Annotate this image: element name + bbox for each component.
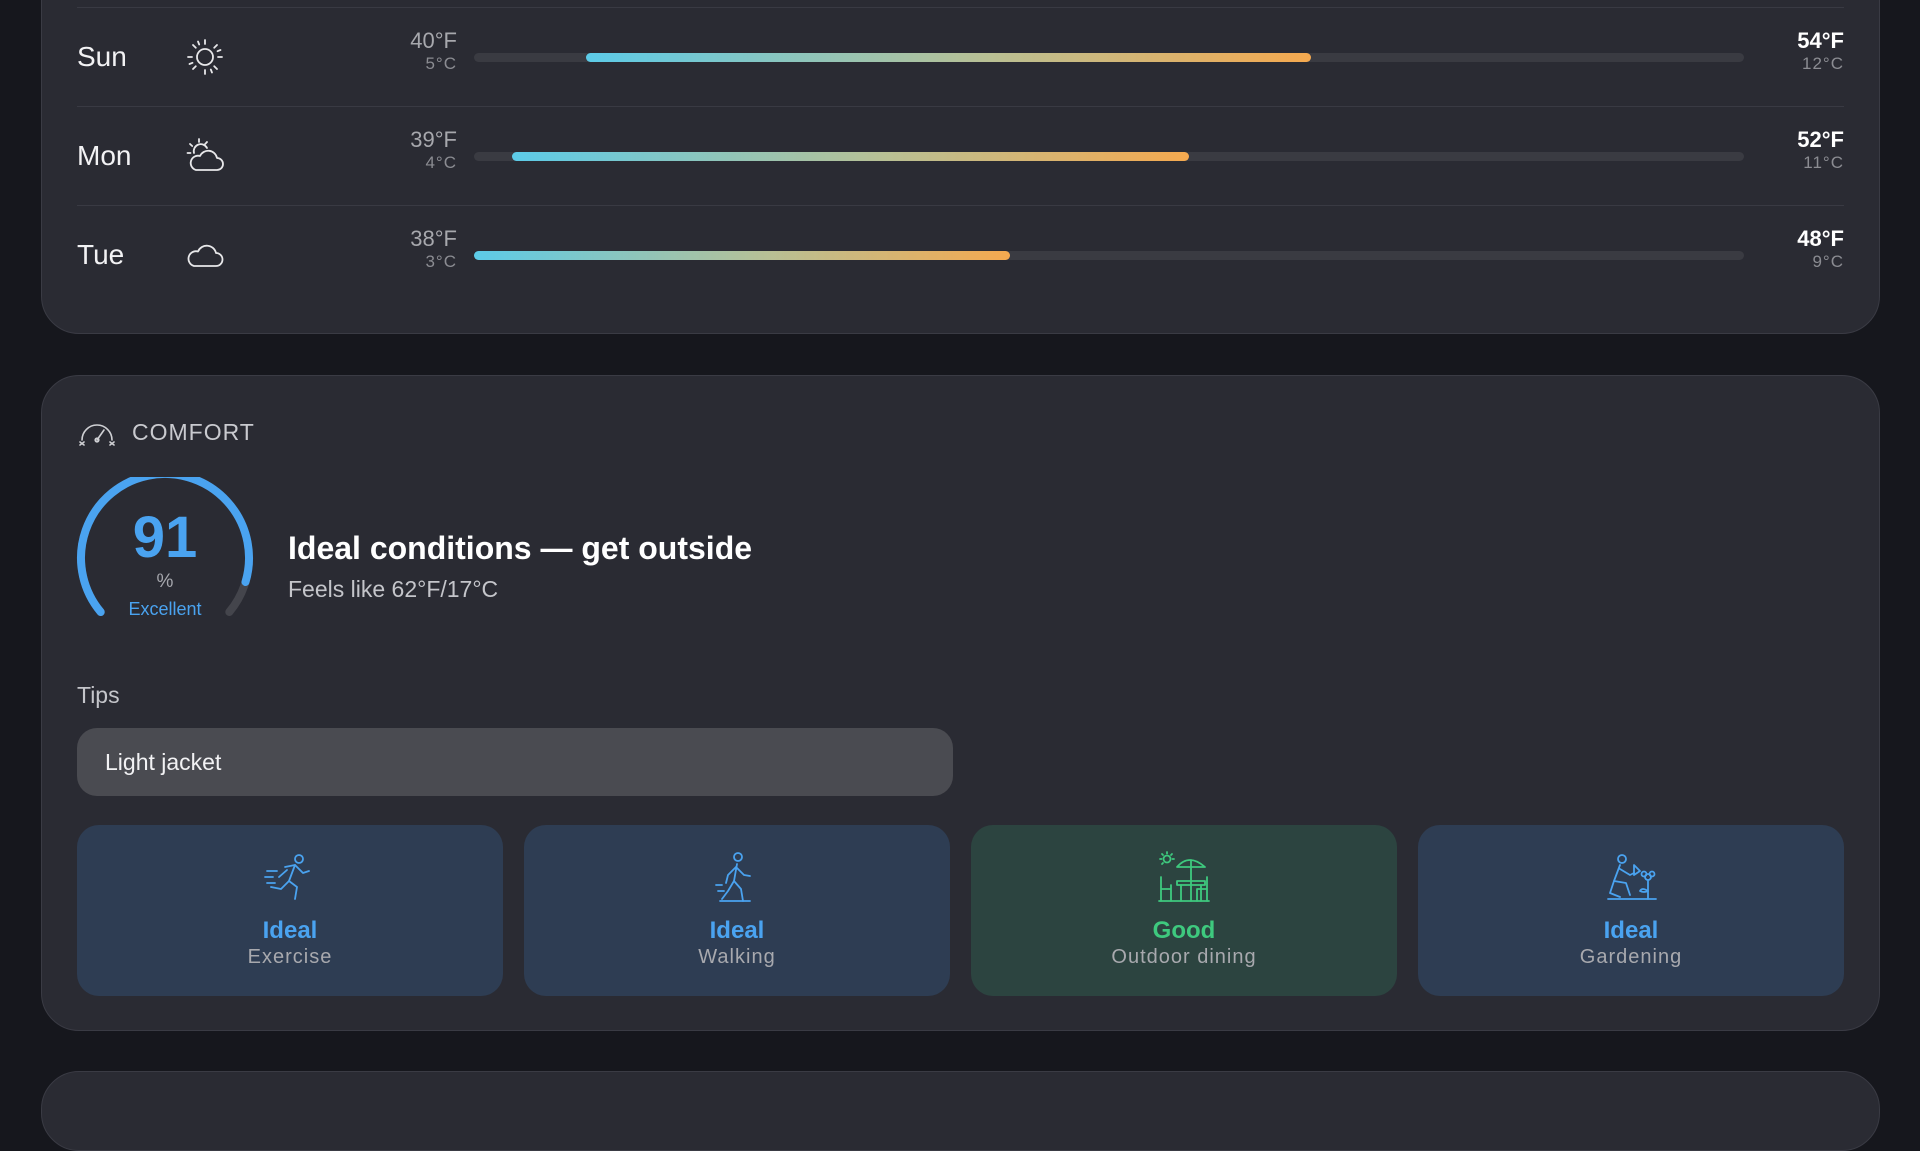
comfort-headline: Ideal conditions — get outside	[288, 530, 753, 566]
high-temp-c: 9°C	[1812, 252, 1844, 271]
activity-walking[interactable]: Ideal Walking	[524, 825, 950, 996]
walking-icon	[710, 851, 764, 905]
daily-forecast-card: Sun 40°F 5°C 54°F 12°C Mon 39°F 4°C 52°F…	[41, 0, 1880, 334]
activity-name: Outdoor dining	[1111, 946, 1257, 968]
high-temp: 52°F 11°C	[1724, 127, 1844, 173]
partly-cloudy-icon	[185, 136, 225, 176]
comfort-score: 91	[132, 505, 198, 570]
sun-icon	[185, 37, 225, 77]
low-temp: 38°F 3°C	[359, 226, 457, 272]
activity-gardening[interactable]: Ideal Gardening	[1418, 825, 1844, 996]
low-temp: 40°F 5°C	[359, 28, 457, 74]
running-icon	[263, 851, 317, 905]
next-card	[41, 1071, 1880, 1151]
activity-rating: Good	[1152, 917, 1216, 944]
cloud-icon	[185, 235, 225, 275]
temperature-range-fill	[474, 251, 1010, 260]
high-temp: 54°F 12°C	[1724, 28, 1844, 74]
forecast-row-mon[interactable]: Mon 39°F 4°C 52°F 11°C	[77, 106, 1844, 204]
forecast-day: Sun	[77, 41, 127, 72]
low-temp-c: 5°C	[425, 54, 457, 73]
high-temp-f: 54°F	[1797, 28, 1844, 53]
activity-rating: Ideal	[1603, 917, 1659, 944]
outdoor-dining-icon	[1157, 851, 1211, 905]
comfort-gauge-icon	[77, 414, 117, 451]
temperature-range-track	[474, 152, 1744, 161]
activity-rating: Ideal	[709, 917, 765, 944]
forecast-day: Mon	[77, 140, 132, 171]
temperature-range-track	[474, 251, 1744, 260]
low-temp-f: 39°F	[410, 127, 457, 152]
high-temp-c: 12°C	[1802, 54, 1844, 73]
comfort-card: COMFORT 91 % Excellent Ideal conditions …	[41, 375, 1880, 1031]
low-temp-f: 40°F	[410, 28, 457, 53]
forecast-row-tue[interactable]: Tue 38°F 3°C 48°F 9°C	[77, 205, 1844, 303]
activity-outdoor-dining[interactable]: Good Outdoor dining	[971, 825, 1397, 996]
forecast-day: Tue	[77, 239, 125, 270]
temperature-range-track	[474, 53, 1744, 62]
high-temp-f: 52°F	[1797, 127, 1844, 152]
high-temp-f: 48°F	[1797, 226, 1844, 251]
low-temp: 39°F 4°C	[359, 127, 457, 173]
comfort-title: COMFORT	[132, 418, 255, 445]
activity-exercise[interactable]: Ideal Exercise	[77, 825, 503, 996]
activity-rating: Ideal	[262, 917, 318, 944]
temperature-range-fill	[512, 152, 1189, 161]
comfort-rating: Excellent	[128, 599, 202, 619]
feels-like-text: Feels like 62°F/17°C	[288, 576, 499, 602]
low-temp-c: 3°C	[425, 252, 457, 271]
gardening-icon	[1604, 851, 1658, 905]
activity-name: Walking	[698, 946, 776, 968]
low-temp-f: 38°F	[410, 226, 457, 251]
tip-item: Light jacket	[77, 728, 953, 796]
high-temp: 48°F 9°C	[1724, 226, 1844, 272]
comfort-score-unit: %	[156, 571, 174, 592]
tips-label: Tips	[77, 682, 120, 708]
comfort-score-gauge: 91 % Excellent	[75, 477, 255, 637]
forecast-row-sun[interactable]: Sun 40°F 5°C 54°F 12°C	[77, 7, 1844, 105]
comfort-header: COMFORT	[77, 416, 255, 448]
activity-name: Exercise	[247, 946, 333, 968]
low-temp-c: 4°C	[425, 153, 457, 172]
temperature-range-fill	[585, 53, 1311, 62]
activity-name: Gardening	[1579, 946, 1683, 968]
high-temp-c: 11°C	[1803, 153, 1844, 172]
